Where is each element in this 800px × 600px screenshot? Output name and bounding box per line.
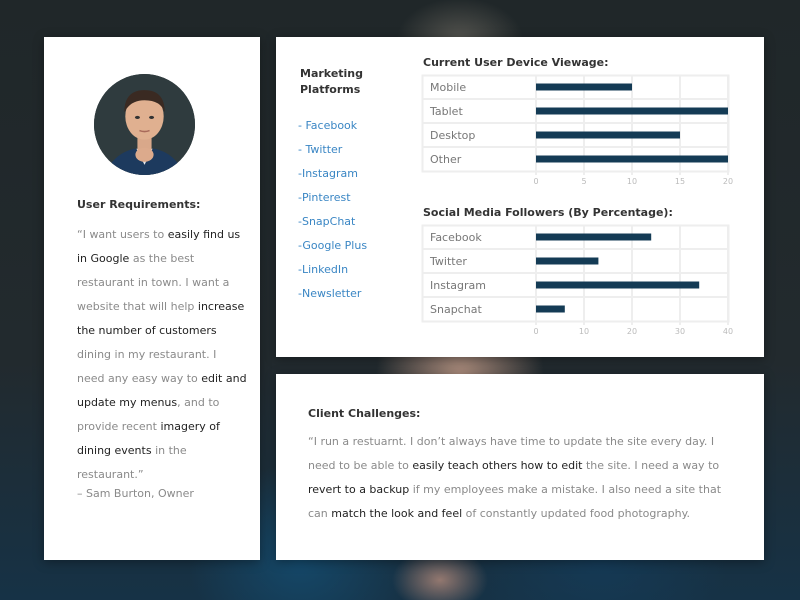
user-portrait-icon bbox=[94, 74, 195, 175]
category-label: Desktop bbox=[430, 129, 475, 142]
platform-link-google-plus[interactable]: -Google Plus bbox=[298, 236, 367, 260]
quote-signature: – Sam Burton, Owner bbox=[77, 487, 194, 500]
bar-chart-svg: 0 10 20 30 40 Facebook Twitter Instagram Snapcha… bbox=[421, 224, 733, 336]
category-label: Instagram bbox=[430, 279, 486, 292]
bar-chart-svg: 0 5 10 15 20 Mobile Tablet Desktop Other bbox=[421, 74, 733, 186]
platform-link-facebook[interactable]: - Facebook bbox=[298, 116, 367, 140]
quote-emphasis: revert to a backup bbox=[308, 483, 410, 496]
x-tick-label: 20 bbox=[627, 327, 637, 336]
user-requirements-card: User Requirements: “I want users to easi… bbox=[44, 37, 260, 560]
x-tick-label: 40 bbox=[723, 327, 733, 336]
quote-emphasis: easily teach others how to edit bbox=[412, 459, 583, 472]
platform-link-twitter[interactable]: - Twitter bbox=[298, 140, 367, 164]
user-requirements-quote: “I want users to easily find us in Googl… bbox=[77, 223, 247, 487]
platform-link-newsletter[interactable]: -Newsletter bbox=[298, 284, 367, 308]
x-tick-label: 0 bbox=[533, 327, 538, 336]
analytics-card: Marketing Platforms - Facebook - Twitter… bbox=[276, 37, 764, 357]
device-viewage-chart: 0 5 10 15 20 Mobile Tablet Desktop Other bbox=[421, 74, 734, 195]
platform-link-pinterest[interactable]: -Pinterest bbox=[298, 188, 367, 212]
bar bbox=[536, 257, 599, 265]
category-label: Facebook bbox=[430, 231, 482, 244]
quote-text: “I want users to bbox=[77, 228, 168, 241]
client-challenges-quote: “I run a restuarnt. I don’t always have … bbox=[308, 430, 728, 526]
marketing-platforms-title: Marketing Platforms bbox=[300, 66, 363, 98]
category-label: Tablet bbox=[429, 105, 463, 118]
x-tick-label: 30 bbox=[675, 327, 685, 336]
x-tick-label: 5 bbox=[581, 177, 586, 186]
client-challenges-card: Client Challenges: “I run a restuarnt. I… bbox=[276, 374, 764, 560]
quote-text: dining in my restaurant. I need any easy… bbox=[77, 348, 217, 385]
category-label: Mobile bbox=[430, 81, 466, 94]
bar bbox=[536, 131, 680, 139]
platform-link-instagram[interactable]: -Instagram bbox=[298, 164, 367, 188]
x-tick-label: 10 bbox=[579, 327, 589, 336]
bar bbox=[536, 305, 565, 313]
category-label: Snapchat bbox=[430, 303, 482, 316]
quote-emphasis: match the look and feel bbox=[331, 507, 463, 520]
x-tick-label: 15 bbox=[675, 177, 685, 186]
category-label: Twitter bbox=[429, 255, 467, 268]
device-viewage-chart-title: Current User Device Viewage: bbox=[423, 56, 609, 69]
quote-text: of constantly updated food photography. bbox=[462, 507, 691, 520]
social-followers-chart-title: Social Media Followers (By Percentage): bbox=[423, 206, 673, 219]
bar bbox=[536, 233, 652, 241]
platform-link-snapchat[interactable]: -SnapChat bbox=[298, 212, 367, 236]
social-followers-chart: 0 10 20 30 40 Facebook Twitter Instagram Snapcha… bbox=[421, 224, 734, 345]
client-challenges-title: Client Challenges: bbox=[308, 407, 421, 420]
marketing-title-line2: Platforms bbox=[300, 83, 361, 96]
bar bbox=[536, 281, 700, 289]
bar bbox=[536, 107, 728, 115]
platform-link-linkedin[interactable]: -LinkedIn bbox=[298, 260, 367, 284]
user-requirements-title: User Requirements: bbox=[77, 198, 201, 211]
x-tick-label: 20 bbox=[723, 177, 733, 186]
marketing-title-line1: Marketing bbox=[300, 67, 364, 80]
category-label: Other bbox=[430, 153, 462, 166]
marketing-platforms-list: - Facebook - Twitter -Instagram -Pintere… bbox=[298, 116, 367, 308]
bar bbox=[536, 155, 728, 163]
quote-text: the site. I need a way to bbox=[582, 459, 720, 472]
x-tick-label: 0 bbox=[533, 177, 538, 186]
avatar bbox=[94, 74, 195, 175]
bar bbox=[536, 83, 632, 91]
x-tick-label: 10 bbox=[627, 177, 637, 186]
